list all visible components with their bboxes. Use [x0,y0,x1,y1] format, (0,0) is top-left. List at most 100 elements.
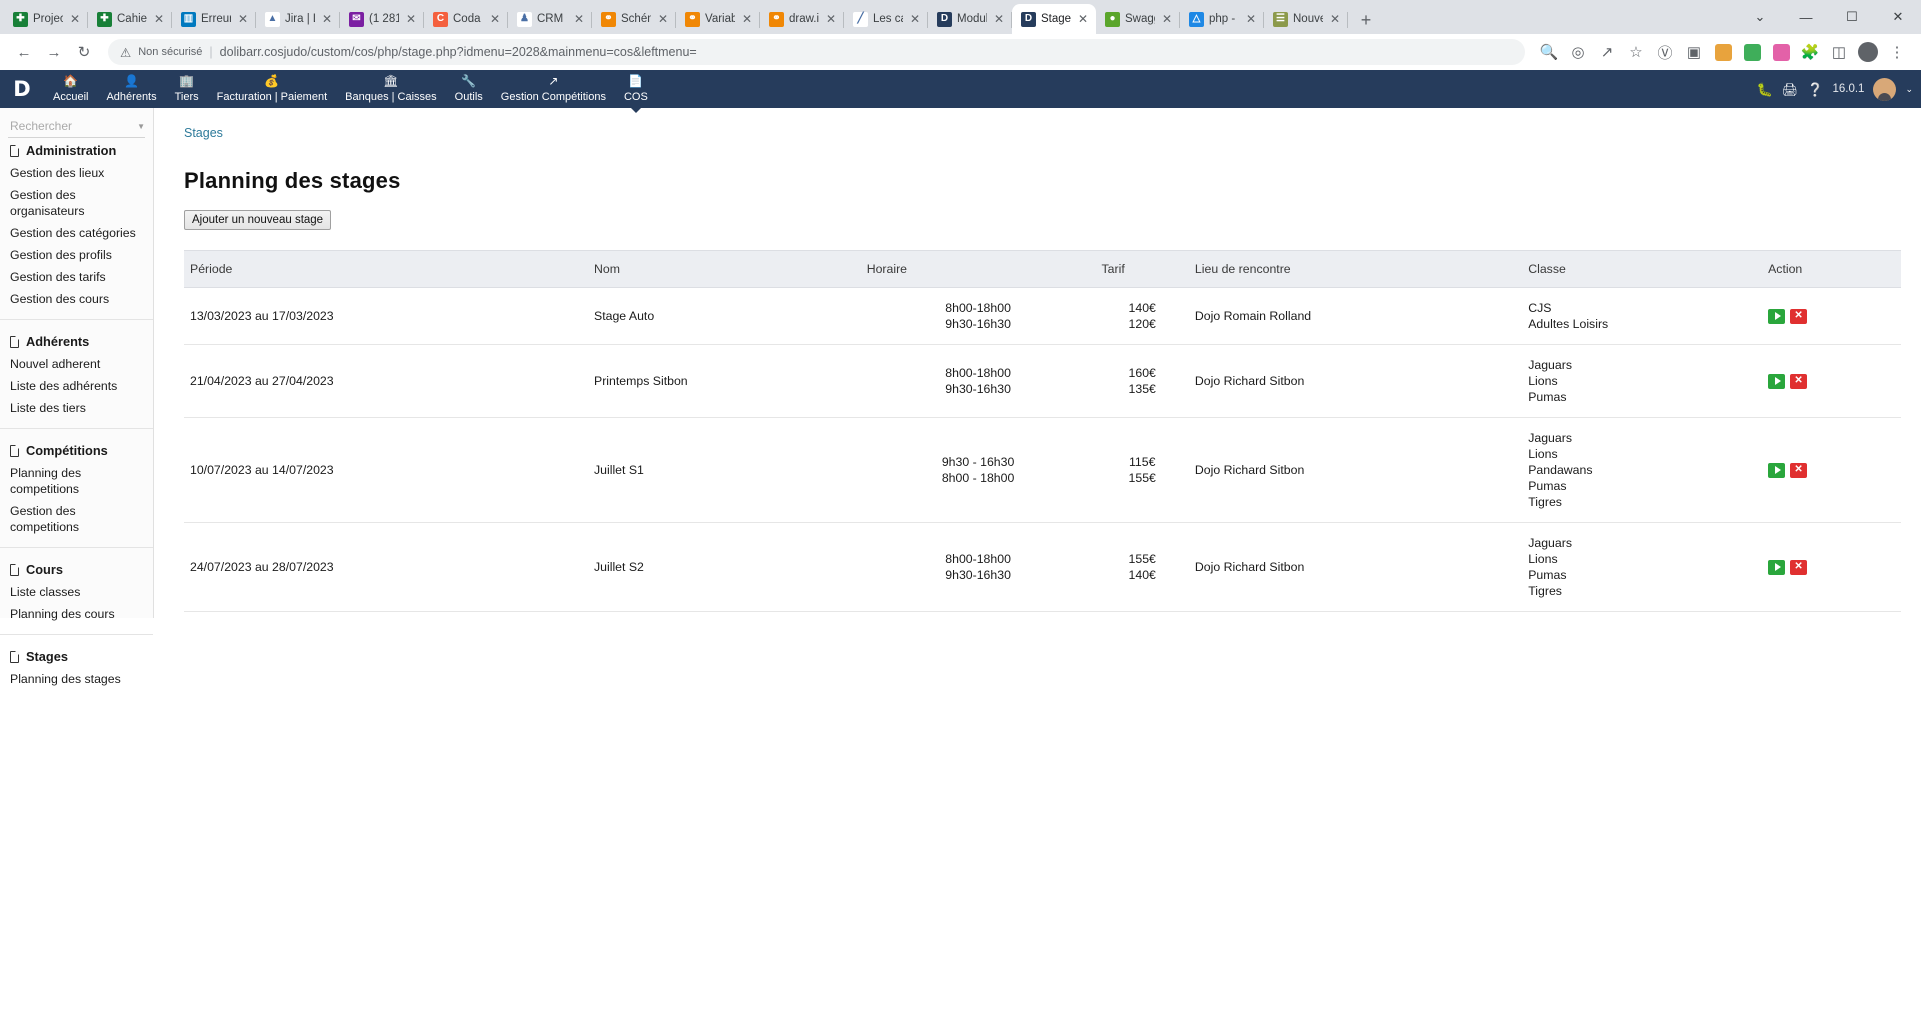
bookmark-star-icon[interactable]: ☆ [1622,38,1650,66]
chrome-tabsearch-icon[interactable]: ⌄ [1737,0,1783,34]
back-button[interactable]: ← [10,38,38,66]
sidebar-link[interactable]: Gestion des lieux [0,162,153,184]
browser-tab[interactable]: ▲ Jira | Lo ✕ [256,4,340,34]
print-icon[interactable]: 🖨 [1782,83,1799,96]
sidebar-link[interactable]: Liste classes [0,581,153,603]
address-bar[interactable]: ⚠ Non sécurisé | dolibarr.cosjudo/custom… [108,39,1525,65]
browser-tab[interactable]: △ php - C ✕ [1180,4,1264,34]
delete-stage-icon[interactable]: ✕ [1790,559,1808,575]
browser-tab[interactable]: ▥ Erreur ✕ [172,4,256,34]
extension-orange-icon[interactable] [1709,38,1737,66]
open-stage-icon[interactable] [1768,373,1786,389]
share-icon[interactable]: ↗ [1593,38,1621,66]
main-menu-item[interactable]: 🏛 Banques | Caisses [336,70,446,108]
close-icon[interactable]: ✕ [656,13,670,25]
sidebar-link[interactable]: Nouvel adherent [0,353,153,375]
sidebar-link[interactable]: Liste des adhérents [0,375,153,397]
close-icon[interactable]: ✕ [68,13,82,25]
main-menu-item[interactable]: 💰 Facturation | Paiement [208,70,336,108]
close-icon[interactable]: ✕ [908,13,922,25]
extension-puzzle-icon[interactable]: 🧩 [1796,38,1824,66]
browser-tab[interactable]: ✚ Project ✕ [4,4,88,34]
sidebar-link[interactable]: Planning des competitions [0,462,153,500]
browser-tab[interactable]: ♟ CRM C ✕ [508,4,592,34]
sidebar-link[interactable]: Gestion des organisateurs [0,184,153,222]
new-tab-button[interactable]: + [1352,6,1380,34]
close-icon[interactable]: ✕ [1160,13,1174,25]
browser-tab[interactable]: ╱ Les cat ✕ [844,4,928,34]
reload-button[interactable]: ↻ [70,38,98,66]
menu-item-label: Banques | Caisses [345,91,437,103]
browser-tab[interactable]: D Module ✕ [928,4,1012,34]
user-avatar[interactable] [1873,77,1897,101]
close-icon[interactable]: ✕ [236,13,250,25]
location-icon[interactable]: ◎ [1564,38,1592,66]
browser-tab[interactable]: ⚭ Schéma ✕ [592,4,676,34]
sidebar-link[interactable]: Gestion des profils [0,244,153,266]
main-menu-item[interactable]: ↗ Gestion Compétitions [492,70,615,108]
main-menu-item[interactable]: 🔧 Outils [446,70,492,108]
chevron-down-icon[interactable]: ▼ [137,122,145,131]
browser-tab[interactable]: D Stages ✕ [1012,4,1096,34]
translate-icon[interactable]: ▣ [1680,38,1708,66]
close-icon[interactable]: ✕ [320,13,334,25]
open-stage-icon[interactable] [1768,559,1786,575]
browser-tab[interactable]: ● Swagge ✕ [1096,4,1180,34]
sidebar-link[interactable]: Gestion des competitions [0,500,153,538]
main-menu-item[interactable]: 📄 COS [615,70,657,108]
window-minimize-button[interactable]: — [1783,0,1829,34]
add-new-stage-button[interactable]: Ajouter un nouveau stage [184,210,332,230]
browser-tab[interactable]: ☰ Nouve ✕ [1264,4,1348,34]
breadcrumb[interactable]: Stages [184,108,1901,140]
browser-tab[interactable]: ⚭ draw.io ✕ [760,4,844,34]
help-icon[interactable]: ❔ [1807,83,1823,96]
main-menu-item[interactable]: 🏢 Tiers [166,70,208,108]
close-icon[interactable]: ✕ [1244,13,1258,25]
search-input[interactable] [8,118,126,134]
toolbar-right-icons: 🔍 ◎ ↗ ☆ Ⓥ ▣ 🧩 ◫ ⋮ [1535,38,1911,66]
close-icon[interactable]: ✕ [992,13,1006,25]
window-close-button[interactable]: ✕ [1875,0,1921,34]
sidebar-link[interactable]: Planning des stages [0,668,153,690]
sidepanel-icon[interactable]: ◫ [1825,38,1853,66]
close-icon[interactable]: ✕ [1328,13,1342,25]
chevron-down-icon[interactable]: ⌄ [1905,84,1913,95]
pocket-icon[interactable]: Ⓥ [1651,38,1679,66]
close-icon[interactable]: ✕ [404,13,418,25]
sidebar-link[interactable]: Gestion des tarifs [0,266,153,288]
main-menu-item[interactable]: 👤 Adhérents [97,70,165,108]
delete-stage-icon[interactable]: ✕ [1790,462,1808,478]
browser-tab[interactable]: C Coda | ✕ [424,4,508,34]
extension-pink-icon[interactable] [1767,38,1795,66]
close-icon[interactable]: ✕ [572,13,586,25]
forward-button[interactable]: → [40,38,68,66]
table-header-row: Période Nom Horaire Tarif Lieu de rencontre C… [184,250,1901,288]
close-icon[interactable]: ✕ [152,13,166,25]
open-stage-icon[interactable] [1768,462,1786,478]
close-icon[interactable]: ✕ [1076,13,1090,25]
dolibarr-logo[interactable]: D [0,70,44,108]
sidebar-search[interactable]: ▼ [8,118,145,138]
delete-stage-icon[interactable]: ✕ [1790,373,1808,389]
main-menu-item[interactable]: 🏠 Accueil [44,70,97,108]
sidebar-link[interactable]: Gestion des cours [0,288,153,310]
profile-avatar-icon[interactable] [1854,38,1882,66]
sidebar-link[interactable]: Gestion des catégories [0,222,153,244]
browser-tab[interactable]: ✚ Cahier ✕ [88,4,172,34]
sidebar-link[interactable]: Liste des tiers [0,397,153,419]
bug-icon[interactable]: 🐛 [1757,83,1773,96]
zoom-icon[interactable]: 🔍 [1535,38,1563,66]
sidebar-group: Administration Gestion des lieux Gestion d… [0,138,153,310]
browser-tab[interactable]: ⚭ Variable ✕ [676,4,760,34]
extension-green-icon[interactable] [1738,38,1766,66]
close-icon[interactable]: ✕ [740,13,754,25]
sidebar-link[interactable]: Planning des cours [0,603,153,625]
browser-tab[interactable]: ✉ (1 281 m ✕ [340,4,424,34]
delete-stage-icon[interactable]: ✕ [1790,308,1808,324]
close-icon[interactable]: ✕ [488,13,502,25]
tab-title: draw.io [789,13,819,25]
window-maximize-button[interactable]: ☐ [1829,0,1875,34]
chrome-menu-icon[interactable]: ⋮ [1883,38,1911,66]
open-stage-icon[interactable] [1768,308,1786,324]
close-icon[interactable]: ✕ [824,13,838,25]
